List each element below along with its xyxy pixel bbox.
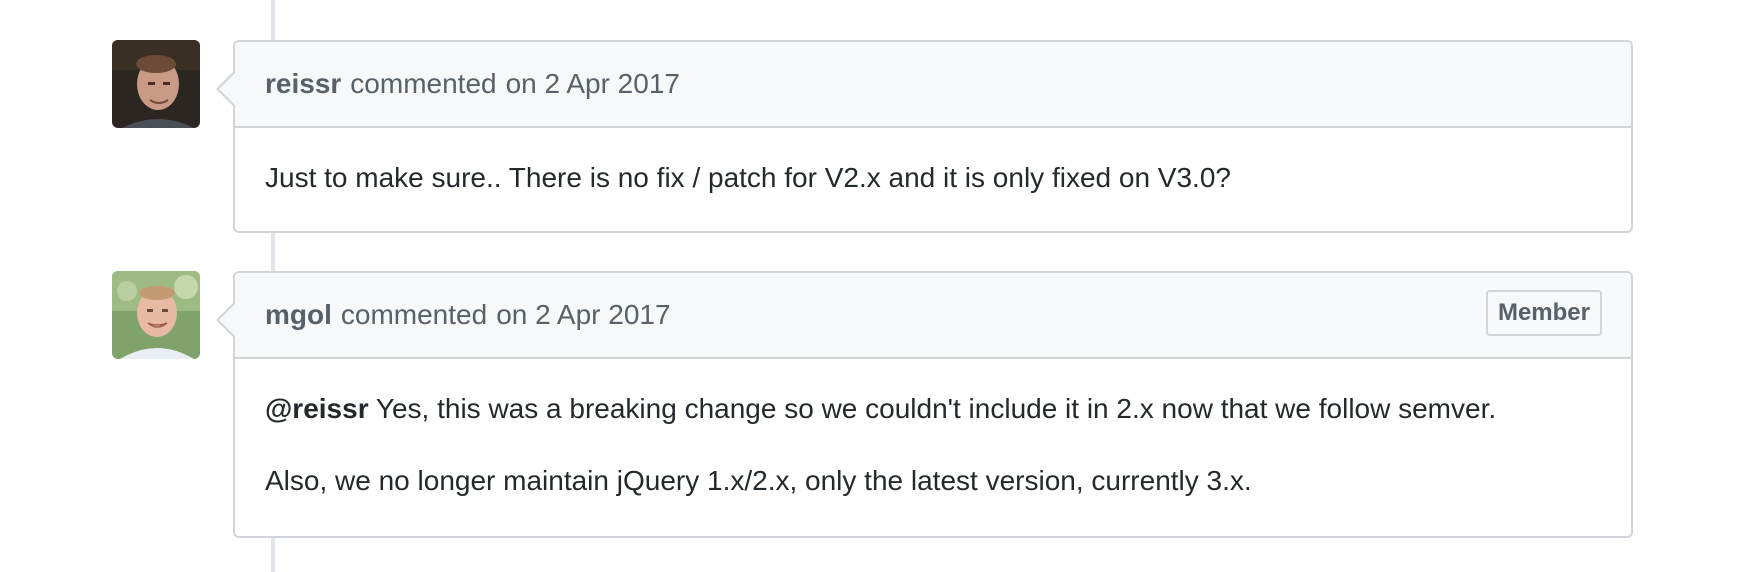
comment-text: Yes, this was a breaking change so we co…: [375, 393, 1497, 424]
member-badge: Member: [1485, 290, 1602, 336]
user-avatar-dark-icon: [112, 40, 200, 128]
comment-paragraph: Also, we no longer maintain jQuery 1.x/2…: [265, 465, 1252, 496]
comment-caret-fill: [219, 303, 236, 337]
comment-body: @reissr Yes, this was a breaking change …: [235, 393, 1631, 497]
author-link[interactable]: reissr: [265, 68, 341, 100]
author-link[interactable]: mgol: [265, 299, 332, 331]
user-avatar-light-icon: [112, 271, 200, 359]
comment-card: reissr commented on 2 Apr 2017 Just to m…: [216, 40, 1633, 233]
comment-caret-fill: [219, 72, 236, 106]
comment-timestamp[interactable]: on 2 Apr 2017: [496, 299, 670, 331]
comment-action: commented: [350, 68, 497, 99]
comment-body: Just to make sure.. There is no fix / pa…: [235, 162, 1631, 194]
user-mention-link[interactable]: @reissr: [265, 393, 369, 424]
comment-card: mgol commented on 2 Apr 2017 Member @rei…: [216, 271, 1633, 538]
avatar[interactable]: [112, 40, 200, 128]
comment-header: mgol commented on 2 Apr 2017 Member: [216, 273, 1631, 359]
comment-paragraph: Just to make sure.. There is no fix / pa…: [265, 162, 1231, 193]
comment-paragraph: @reissr Yes, this was a breaking change …: [265, 393, 1601, 425]
comment-header: reissr commented on 2 Apr 2017: [216, 42, 1631, 128]
comment-action: commented: [340, 299, 488, 330]
avatar[interactable]: [112, 271, 200, 359]
comment-timestamp[interactable]: on 2 Apr 2017: [506, 68, 680, 100]
